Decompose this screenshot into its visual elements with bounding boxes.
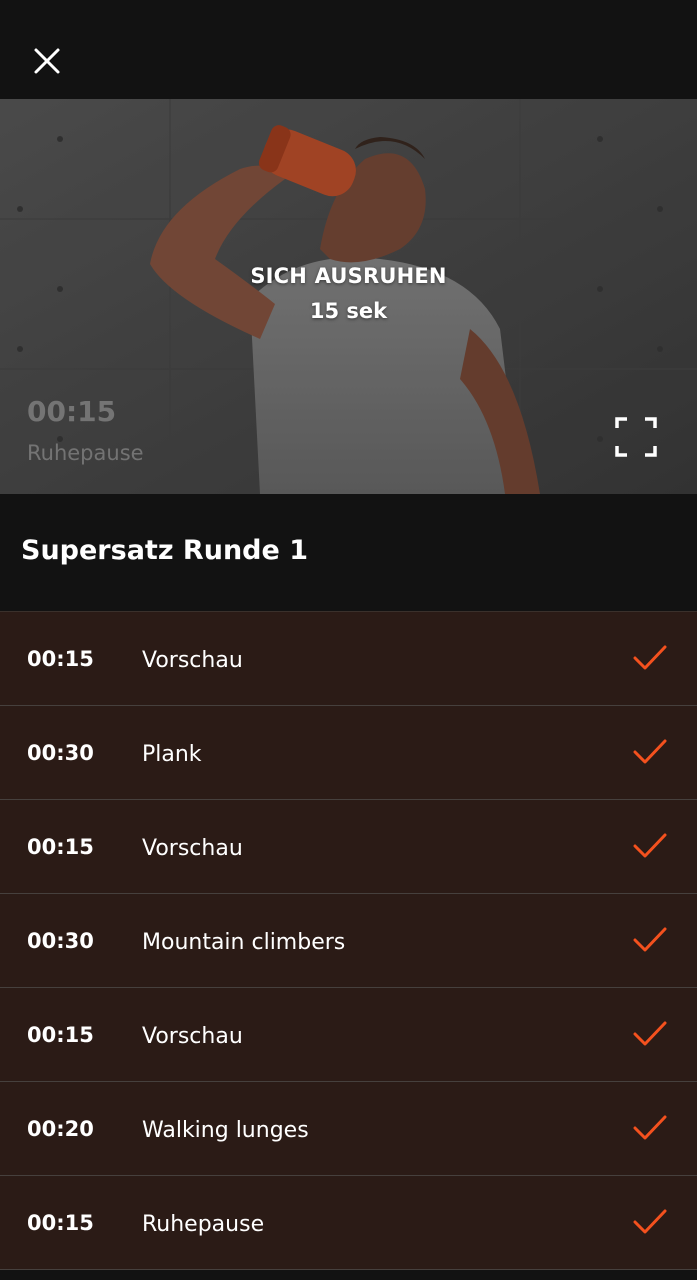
section-title: Supersatz Runde 1 bbox=[21, 535, 308, 566]
exercise-time: 00:20 bbox=[27, 1117, 94, 1141]
list-item[interactable]: 00:15 Vorschau bbox=[0, 612, 697, 706]
list-item[interactable]: 00:30 Plank bbox=[0, 706, 697, 800]
fullscreen-icon bbox=[615, 417, 657, 457]
exercise-time: 00:15 bbox=[27, 835, 94, 859]
exercise-time: 00:15 bbox=[27, 1211, 94, 1235]
list-item[interactable]: 00:30 Mountain climbers bbox=[0, 894, 697, 988]
exercise-time: 00:15 bbox=[27, 1023, 94, 1047]
close-button[interactable] bbox=[27, 41, 67, 81]
checkmark-icon bbox=[633, 739, 667, 764]
exercise-name: Walking lunges bbox=[142, 1118, 309, 1143]
exercise-duration: 15 sek bbox=[309, 299, 388, 323]
close-icon bbox=[34, 48, 60, 74]
exercise-title: SICH AUSRUHEN bbox=[250, 264, 447, 288]
list-item[interactable]: 00:15 Vorschau bbox=[0, 800, 697, 894]
countdown-timer: 00:15 bbox=[27, 395, 117, 428]
exercise-name: Vorschau bbox=[142, 836, 243, 861]
video-overlay bbox=[0, 99, 697, 494]
checkmark-icon bbox=[633, 1209, 667, 1234]
checkmark-icon bbox=[633, 1021, 667, 1046]
checkmark-icon bbox=[633, 927, 667, 952]
video-player[interactable]: SICH AUSRUHEN 15 sek 00:15 Ruhepause bbox=[0, 99, 697, 494]
checkmark-icon bbox=[633, 1115, 667, 1140]
fullscreen-button[interactable] bbox=[614, 416, 658, 458]
exercise-name: Plank bbox=[142, 742, 202, 767]
checkmark-icon bbox=[633, 645, 667, 670]
list-item[interactable]: 00:15 Ruhepause bbox=[0, 1176, 697, 1270]
exercise-time: 00:30 bbox=[27, 741, 94, 765]
list-item[interactable]: 00:15 Vorschau bbox=[0, 988, 697, 1082]
list-item[interactable]: 00:20 Walking lunges bbox=[0, 1082, 697, 1176]
exercise-name: Mountain climbers bbox=[142, 930, 346, 955]
exercise-list: 00:15 Vorschau 00:30 Plank 00:15 Vorscha… bbox=[0, 611, 697, 1270]
timer-label: Ruhepause bbox=[27, 441, 144, 465]
exercise-name: Ruhepause bbox=[142, 1212, 265, 1237]
exercise-name: Vorschau bbox=[142, 1024, 243, 1049]
top-bar bbox=[0, 0, 697, 99]
exercise-time: 00:15 bbox=[27, 647, 94, 671]
exercise-name: Vorschau bbox=[142, 648, 243, 673]
exercise-time: 00:30 bbox=[27, 929, 94, 953]
checkmark-icon bbox=[633, 833, 667, 858]
